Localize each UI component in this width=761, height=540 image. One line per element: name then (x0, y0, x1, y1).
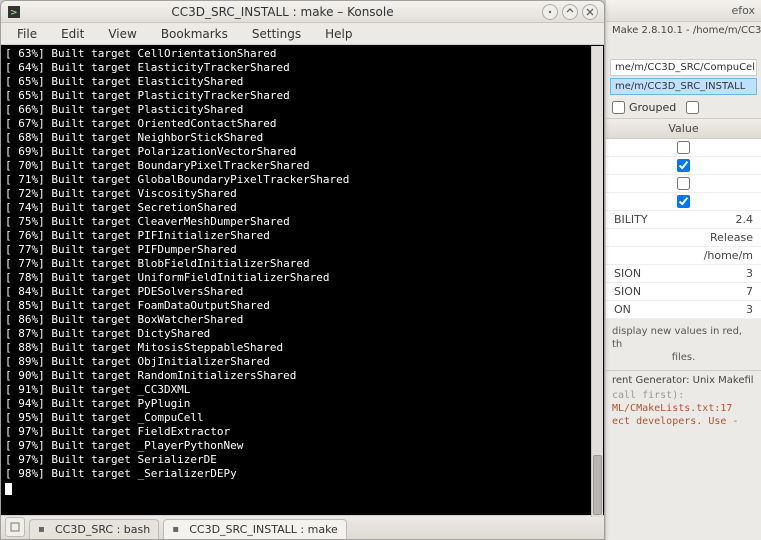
grouped-label: Grouped (629, 101, 676, 114)
bg-build-path[interactable]: me/m/CC3D_SRC_INSTALL (610, 78, 757, 95)
value-check-3[interactable] (677, 195, 690, 208)
window-title: CC3D_SRC_INSTALL : make – Konsole (27, 5, 538, 19)
konsole-window: > CC3D_SRC_INSTALL : make – Konsole File… (0, 0, 605, 540)
terminal-icon: ▪ (172, 524, 184, 536)
value-check-0[interactable] (677, 141, 690, 154)
menu-help[interactable]: Help (315, 25, 362, 43)
table-row: SION3 (606, 265, 761, 283)
table-row: ON3 (606, 301, 761, 319)
table-row: /home/m (606, 247, 761, 265)
titlebar[interactable]: > CC3D_SRC_INSTALL : make – Konsole (1, 1, 604, 23)
bg-subtitle: Make 2.8.10.1 - /home/m/CC3 (606, 22, 761, 39)
bg-titlebar: efox (606, 0, 761, 22)
menu-file[interactable]: File (7, 25, 47, 43)
menubar: File Edit View Bookmarks Settings Help (1, 23, 604, 45)
tabbar: ▪ CC3D_SRC : bash ▪ CC3D_SRC_INSTALL : m… (1, 515, 604, 539)
value-check-2[interactable] (677, 177, 690, 190)
bg-note: display new values in red, th files. (606, 319, 761, 370)
tab-make[interactable]: ▪ CC3D_SRC_INSTALL : make (163, 519, 347, 539)
value-check-1[interactable] (677, 159, 690, 172)
bg-output: call first): ML/CMakeLists.txt:17 ect de… (606, 389, 761, 428)
new-tab-button[interactable] (5, 517, 25, 537)
tab-bash[interactable]: ▪ CC3D_SRC : bash (29, 519, 159, 539)
close-button[interactable] (582, 4, 598, 20)
advanced-checkbox[interactable] (686, 101, 699, 114)
svg-text:>: > (10, 8, 18, 18)
terminal-icon: ▪ (38, 524, 50, 536)
menu-view[interactable]: View (98, 25, 146, 43)
app-icon: > (7, 5, 21, 19)
terminal-scrollbar[interactable] (591, 46, 603, 517)
value-column-header: Value (606, 118, 761, 139)
bg-app-hint: efox (731, 4, 755, 17)
table-row: SION7 (606, 283, 761, 301)
menu-edit[interactable]: Edit (51, 25, 94, 43)
background-window: efox Make 2.8.10.1 - /home/m/CC3 me/m/CC… (606, 0, 761, 540)
minimize-button[interactable] (542, 4, 558, 20)
table-row: BILITY2.4 (606, 211, 761, 229)
tab-label: CC3D_SRC : bash (55, 523, 150, 536)
maximize-button[interactable] (562, 4, 578, 20)
grouped-checkbox[interactable] (612, 101, 625, 114)
terminal-output[interactable]: [ 63%] Built target CellOrientationShare… (1, 45, 604, 515)
table-row: Release (606, 229, 761, 247)
menu-bookmarks[interactable]: Bookmarks (151, 25, 238, 43)
scrollbar-thumb[interactable] (593, 455, 602, 515)
tab-label: CC3D_SRC_INSTALL : make (189, 523, 338, 536)
generator-label: rent Generator: Unix Makefil (606, 370, 761, 389)
bg-source-path[interactable]: me/m/CC3D_SRC/CompuCel (610, 59, 757, 76)
menu-settings[interactable]: Settings (242, 25, 311, 43)
